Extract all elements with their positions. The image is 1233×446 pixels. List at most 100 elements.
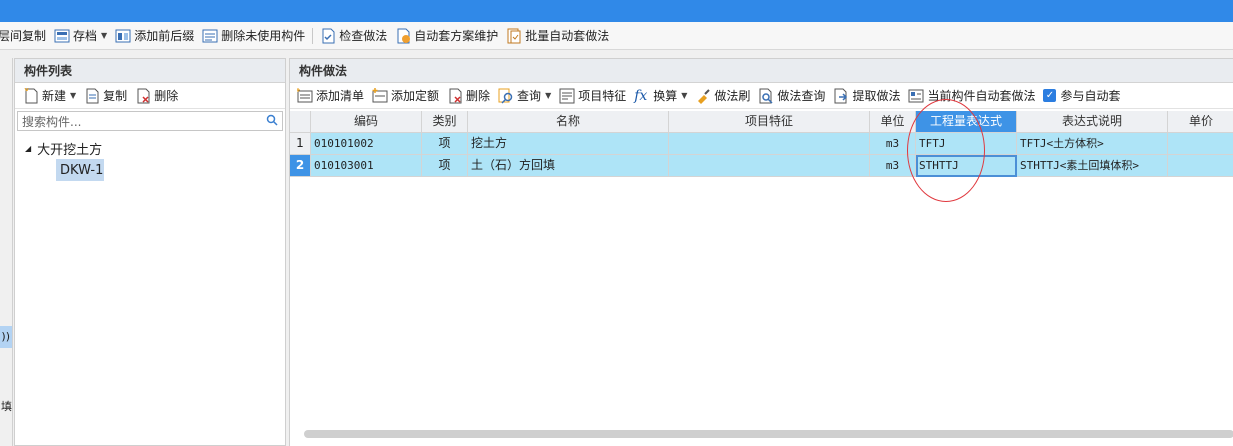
archive-icon: [54, 28, 70, 44]
left-stub-selected-item[interactable]: )): [0, 326, 12, 348]
delete-component-button[interactable]: 删除: [131, 85, 182, 107]
new-component-label: 新建: [42, 89, 67, 103]
add-prefix-icon: [115, 28, 131, 44]
cell-expression-description[interactable]: TFTJ<土方体积>: [1017, 133, 1168, 155]
component-method-title: 构件做法: [290, 59, 1233, 83]
delete-unused-button[interactable]: 删除未使用构件: [198, 25, 309, 47]
delete-method-button[interactable]: 删除: [443, 85, 494, 107]
cell-name[interactable]: 挖土方: [468, 133, 669, 155]
grid-header-row: 编码 类别 名称 项目特征 单位 工程量表达式 表达式说明 单价: [290, 111, 1233, 133]
auto-scheme-maintain-button[interactable]: 自动套方案维护: [391, 25, 502, 47]
horizontal-scrollbar[interactable]: [304, 430, 1233, 438]
annotation-circle: [907, 99, 985, 202]
copy-component-label: 复制: [103, 89, 128, 103]
header-category[interactable]: 类别: [422, 111, 468, 133]
chevron-down-icon[interactable]: ▼: [70, 91, 76, 100]
method-query-button[interactable]: 做法查询: [754, 85, 829, 107]
check-method-icon: [320, 28, 336, 44]
auto-scheme-icon: [395, 28, 411, 44]
main-toolbar: 层间复制 存档 ▼ 添加前后缀 删除未使用构件 检查做法 自动套方案维护 批量自…: [0, 22, 1233, 50]
query-icon: [498, 88, 514, 104]
chevron-down-icon[interactable]: ▼: [681, 91, 687, 100]
add-list-button[interactable]: 添加清单: [293, 85, 368, 107]
table-row[interactable]: 2 010103001 项 土（石）方回填 m3 STHTTJ STHTTJ<素…: [290, 155, 1233, 177]
cell-expression-description[interactable]: STHTTJ<素土回填体积>: [1017, 155, 1168, 177]
cell-name[interactable]: 土（石）方回填: [468, 155, 669, 177]
cell-unit-price[interactable]: [1168, 133, 1233, 155]
component-list-toolbar: 新建 ▼ 复制 删除: [15, 83, 285, 109]
batch-auto-method-button[interactable]: 批量自动套做法: [502, 25, 613, 47]
copy-between-layers-button[interactable]: 层间复制: [0, 25, 50, 47]
copy-icon: [84, 88, 100, 104]
method-brush-button[interactable]: 做法刷: [691, 85, 754, 107]
component-list-title: 构件列表: [15, 59, 285, 83]
project-feature-label: 项目特征: [578, 89, 627, 103]
add-list-icon: [296, 87, 313, 104]
project-feature-button[interactable]: 项目特征: [555, 85, 630, 107]
search-icon[interactable]: [266, 114, 278, 129]
chevron-down-icon[interactable]: ▼: [101, 31, 107, 40]
cell-code[interactable]: 010103001: [311, 155, 422, 177]
method-grid: 编码 类别 名称 项目特征 单位 工程量表达式 表达式说明 单价 1 01010…: [290, 111, 1233, 177]
extract-method-button[interactable]: 提取做法: [829, 85, 904, 107]
header-name[interactable]: 名称: [468, 111, 669, 133]
left-collapsed-panel: [0, 58, 13, 446]
new-component-button[interactable]: 新建 ▼: [19, 85, 80, 107]
component-list-panel: 构件列表 新建 ▼ 复制 删除 搜索构件... ◢ 大开挖土方 DKW-1: [14, 58, 286, 446]
fx-icon: fx: [634, 87, 648, 104]
method-toolbar: 添加清单 添加定额 删除 查询 ▼ 项目特征 fx 换算 ▼ 做法刷 做法查询 …: [290, 83, 1233, 109]
batch-auto-method-label: 批量自动套做法: [525, 29, 610, 43]
component-method-panel: 构件做法 添加清单 添加定额 删除 查询 ▼ 项目特征 fx 换算 ▼ 做法刷 …: [289, 58, 1233, 446]
chevron-down-icon[interactable]: ▼: [545, 91, 551, 100]
add-quota-label: 添加定额: [391, 89, 440, 103]
project-feature-icon: [559, 88, 575, 104]
copy-component-button[interactable]: 复制: [80, 85, 131, 107]
check-method-label: 检查做法: [339, 29, 388, 43]
auto-apply-icon: [908, 88, 924, 104]
delete-unused-icon: [202, 28, 218, 44]
checkbox-checked-icon[interactable]: ✓: [1043, 89, 1057, 102]
add-quota-button[interactable]: 添加定额: [368, 85, 443, 107]
left-stub-item[interactable]: 填: [0, 398, 12, 414]
header-expression-description[interactable]: 表达式说明: [1017, 111, 1168, 133]
method-query-icon: [758, 88, 774, 104]
query-label: 查询: [517, 89, 542, 103]
header-unit-price[interactable]: 单价: [1168, 111, 1233, 133]
cell-unit-price[interactable]: [1168, 155, 1233, 177]
add-prefix-suffix-button[interactable]: 添加前后缀: [111, 25, 198, 47]
query-button[interactable]: 查询 ▼: [494, 85, 555, 107]
row-number[interactable]: 1: [290, 133, 311, 155]
current-component-auto-button[interactable]: 当前构件自动套做法: [904, 85, 1039, 107]
header-code[interactable]: 编码: [311, 111, 422, 133]
archive-button[interactable]: 存档 ▼: [50, 25, 111, 47]
table-row[interactable]: 1 010101002 项 挖土方 m3 TFTJ TFTJ<土方体积>: [290, 133, 1233, 155]
archive-label: 存档: [73, 29, 98, 43]
row-number[interactable]: 2: [290, 155, 311, 177]
cell-feature[interactable]: [669, 155, 870, 177]
delete-unused-label: 删除未使用构件: [221, 29, 306, 43]
auto-scheme-maintain-label: 自动套方案维护: [414, 29, 499, 43]
cell-code[interactable]: 010101002: [311, 133, 422, 155]
participate-auto-checkbox[interactable]: ✓ 参与自动套: [1039, 85, 1124, 107]
convert-label: 换算: [653, 89, 678, 103]
cell-category[interactable]: 项: [422, 133, 468, 155]
tree-collapse-icon[interactable]: ◢: [25, 144, 31, 153]
component-search-input[interactable]: 搜索构件...: [17, 111, 283, 131]
method-query-label: 做法查询: [777, 89, 826, 103]
add-list-label: 添加清单: [316, 89, 365, 103]
cell-category[interactable]: 项: [422, 155, 468, 177]
tree-node-selected[interactable]: DKW-1: [56, 159, 104, 181]
extract-method-icon: [833, 88, 849, 104]
add-prefix-suffix-label: 添加前后缀: [134, 29, 195, 43]
delete-icon: [135, 88, 151, 104]
tree-node-parent-label: 大开挖土方: [37, 142, 103, 158]
method-brush-label: 做法刷: [714, 89, 751, 103]
search-placeholder: 搜索构件...: [22, 114, 82, 129]
convert-button[interactable]: fx 换算 ▼: [630, 85, 691, 107]
tree-node-parent[interactable]: ◢ 大开挖土方: [15, 137, 285, 159]
title-bar: [0, 0, 1233, 22]
check-method-button[interactable]: 检查做法: [316, 25, 391, 47]
header-feature[interactable]: 项目特征: [669, 111, 870, 133]
cell-feature[interactable]: [669, 133, 870, 155]
batch-auto-icon: [506, 28, 522, 44]
